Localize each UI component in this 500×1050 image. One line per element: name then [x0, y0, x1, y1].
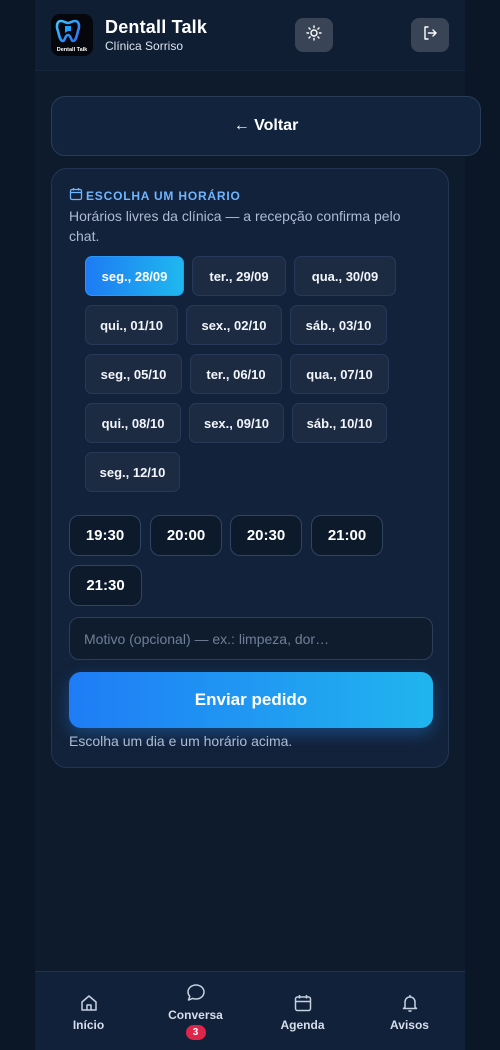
date-chip[interactable]: sex., 09/10: [189, 403, 284, 443]
date-chip[interactable]: seg., 05/10: [85, 354, 182, 394]
sun-icon: [306, 24, 322, 46]
home-icon: [79, 992, 99, 1014]
theme-toggle-button[interactable]: [295, 18, 333, 52]
app-logo: Dentall Talk: [51, 14, 93, 56]
date-chip[interactable]: sáb., 10/10: [292, 403, 387, 443]
calendar-icon: [293, 992, 313, 1014]
nav-label: Agenda: [280, 1018, 325, 1032]
date-chip-selected[interactable]: seg., 28/09: [85, 256, 184, 296]
time-slot-button[interactable]: 21:30: [69, 565, 142, 606]
calendar-icon: [69, 187, 83, 204]
helper-text: Escolha um dia e um horário acima.: [69, 733, 293, 749]
reason-input[interactable]: [69, 617, 433, 660]
logout-button[interactable]: [411, 18, 449, 52]
nav-item-home[interactable]: Início: [35, 972, 142, 1050]
section-heading: ESCOLHA UM HORÁRIO: [69, 187, 241, 204]
nav-label: Conversa: [168, 1008, 223, 1022]
bell-icon: [400, 992, 420, 1014]
app-title: Dentall Talk: [105, 17, 208, 37]
date-chip[interactable]: sex., 02/10: [186, 305, 282, 345]
date-chip[interactable]: qui., 01/10: [85, 305, 178, 345]
logout-icon: [422, 25, 438, 46]
back-button[interactable]: ← Voltar: [51, 96, 481, 156]
app-header: Dentall Talk Dentall Talk Clínica Sorris…: [35, 0, 465, 71]
date-chip[interactable]: ter., 29/09: [192, 256, 286, 296]
time-slot-button[interactable]: 20:30: [230, 515, 302, 556]
clinic-name: Clínica Sorriso: [105, 39, 184, 53]
time-slot-button[interactable]: 20:00: [150, 515, 222, 556]
date-chip[interactable]: qui., 08/10: [85, 403, 181, 443]
nav-label: Início: [72, 1018, 105, 1032]
time-slot-button[interactable]: 21:00: [311, 515, 383, 556]
time-slot-button[interactable]: 19:30: [69, 515, 141, 556]
chat-icon: [185, 982, 207, 1004]
date-chip[interactable]: sáb., 03/10: [290, 305, 387, 345]
nav-item-agenda[interactable]: Agenda: [249, 972, 356, 1050]
app-root: Dentall Talk Dentall Talk Clínica Sorris…: [0, 0, 500, 1050]
date-chip[interactable]: ter., 06/10: [190, 354, 282, 394]
section-description: Horários livres da clínica — a recepção …: [69, 208, 401, 244]
bottom-nav: Início Conversa 3 Agenda Avisos: [35, 971, 465, 1050]
nav-item-notices[interactable]: Avisos: [356, 972, 463, 1050]
svg-text:Dentall Talk: Dentall Talk: [57, 47, 88, 53]
send-request-button[interactable]: Enviar pedido: [69, 672, 433, 728]
nav-item-chat[interactable]: Conversa 3: [142, 972, 249, 1050]
nav-label: Avisos: [390, 1018, 429, 1032]
schedule-card: ESCOLHA UM HORÁRIO Horários livres da cl…: [51, 168, 449, 768]
date-chip[interactable]: qua., 07/10: [290, 354, 389, 394]
section-heading-text: ESCOLHA UM HORÁRIO: [86, 188, 241, 203]
unread-badge: 3: [185, 1025, 206, 1040]
date-chip[interactable]: seg., 12/10: [85, 452, 180, 492]
date-chip[interactable]: qua., 30/09: [294, 256, 396, 296]
